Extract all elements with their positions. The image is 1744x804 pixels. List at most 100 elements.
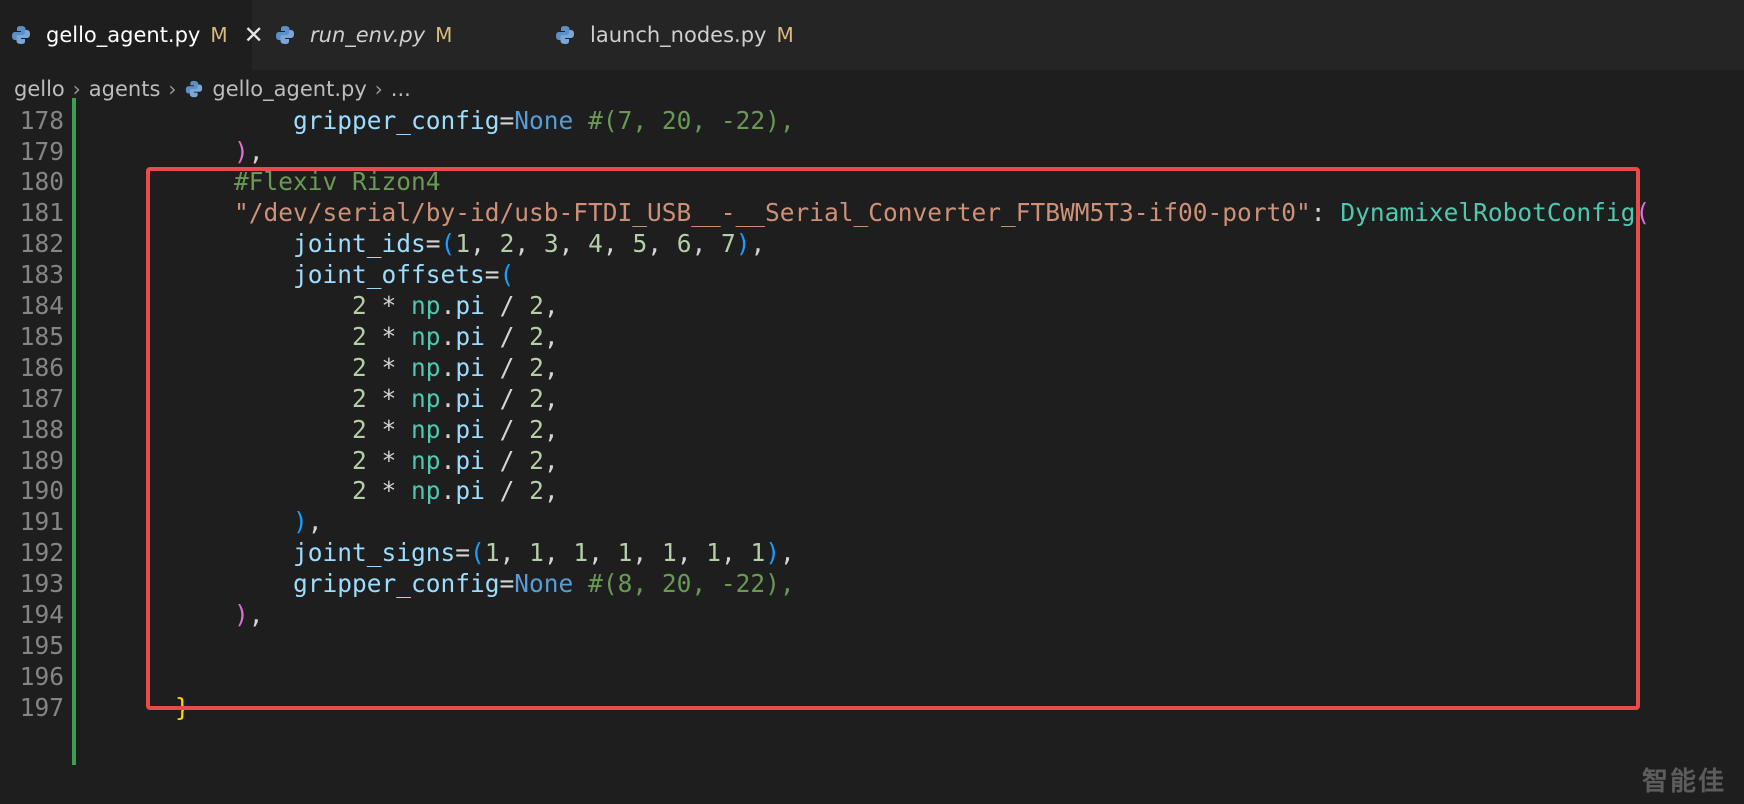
tab-run-env[interactable]: run_env.py M <box>270 0 482 70</box>
code-line[interactable]: 185 2 * np.pi / 2, <box>0 319 1744 353</box>
line-number: 193 <box>19 569 64 599</box>
code-line[interactable]: 182 joint_ids=(1, 2, 3, 4, 5, 6, 7), <box>0 227 1744 261</box>
code-text: 2 * np.pi / 2, <box>116 476 559 505</box>
code-token: pi <box>455 445 485 475</box>
code-token: ( <box>470 538 485 568</box>
code-token: ( <box>1635 198 1651 228</box>
code-line[interactable]: 196 <box>0 659 1744 693</box>
code-token: , <box>543 383 559 413</box>
code-token: , <box>750 229 766 259</box>
code-text: 2 * np.pi / 2, <box>116 353 559 382</box>
line-number: 182 <box>19 229 64 259</box>
code-line[interactable]: 178 gripper_config=None #(7, 20, -22), <box>0 103 1744 137</box>
code-line[interactable]: 197 } <box>0 690 1744 724</box>
code-token: gripper_config <box>293 569 500 599</box>
code-text: gripper_config=None #(8, 20, -22), <box>116 569 795 598</box>
code-line[interactable]: 179 ), <box>0 134 1744 168</box>
code-line[interactable]: 194 ), <box>0 597 1744 631</box>
python-icon <box>554 24 576 46</box>
code-token: * <box>366 352 412 382</box>
code-token: = <box>499 569 515 599</box>
code-token: , <box>691 229 721 259</box>
code-token: / <box>484 383 530 413</box>
line-number: 190 <box>19 476 64 506</box>
code-token: * <box>366 291 412 321</box>
modified-badge: M <box>435 23 453 47</box>
code-token: , <box>558 229 589 259</box>
code-line[interactable]: 187 2 * np.pi / 2, <box>0 381 1744 415</box>
code-text: ), <box>116 137 264 166</box>
code-token: #(8, 20, -22), <box>588 569 795 599</box>
code-token: 2 <box>529 414 544 444</box>
line-number: 195 <box>19 630 64 660</box>
code-line[interactable]: 184 2 * np.pi / 2, <box>0 288 1744 322</box>
line-number: 179 <box>19 136 64 166</box>
code-line[interactable]: 188 2 * np.pi / 2, <box>0 412 1744 446</box>
line-number: 181 <box>19 198 64 228</box>
code-token: 2 <box>352 445 367 475</box>
code-line[interactable]: 189 2 * np.pi / 2, <box>0 443 1744 477</box>
close-icon[interactable]: ✕ <box>244 23 264 47</box>
code-token: ) <box>234 600 249 630</box>
code-line[interactable]: 186 2 * np.pi / 2, <box>0 350 1744 384</box>
code-token: 3 <box>543 229 559 259</box>
code-token: 1 <box>661 538 677 568</box>
code-token: 7 <box>721 229 736 259</box>
code-line[interactable]: 191 ), <box>0 505 1744 539</box>
code-token: 1 <box>455 229 471 259</box>
code-editor[interactable]: 178 gripper_config=None #(7, 20, -22), 17… <box>0 98 1744 804</box>
code-token: np <box>411 476 441 506</box>
code-line[interactable]: 180 #Flexiv Rizon4 <box>0 165 1744 199</box>
code-token: , <box>676 538 707 568</box>
code-line[interactable]: 193 gripper_config=None #(8, 20, -22), <box>0 567 1744 601</box>
code-token: . <box>440 414 456 444</box>
code-token: / <box>484 291 530 321</box>
tab-launch-nodes[interactable]: launch_nodes.py M <box>552 0 812 70</box>
code-token: 2 <box>352 291 367 321</box>
code-token: , <box>543 445 559 475</box>
code-token: , <box>543 476 559 506</box>
tab-label: run_env.py <box>310 23 426 47</box>
code-token: , <box>514 229 544 259</box>
code-token: = <box>499 105 515 135</box>
tab-label: launch_nodes.py <box>590 23 767 47</box>
modified-badge: M <box>210 23 228 47</box>
code-token: = <box>425 229 441 259</box>
code-token: 1 <box>484 538 500 568</box>
code-text: } <box>116 693 190 722</box>
code-token: } <box>175 692 190 722</box>
code-token: 2 <box>529 291 544 321</box>
code-token: , <box>543 291 559 321</box>
code-line[interactable]: 181 "/dev/serial/by-id/usb-FTDI_USB__-__… <box>0 196 1744 230</box>
code-token: 2 <box>352 383 367 413</box>
code-line[interactable]: 192 joint_signs=(1, 1, 1, 1, 1, 1, 1), <box>0 536 1744 570</box>
code-token: 2 <box>529 445 544 475</box>
code-token: None <box>514 105 574 135</box>
line-number: 189 <box>19 445 64 475</box>
code-token: . <box>440 352 456 382</box>
code-line[interactable]: 195 <box>0 628 1744 662</box>
code-token: , <box>588 538 618 568</box>
code-text: 2 * np.pi / 2, <box>116 415 559 444</box>
tab-gello-agent[interactable]: gello_agent.py M ✕ <box>0 0 264 70</box>
code-token: DynamixelRobotConfig <box>1340 198 1636 228</box>
code-line[interactable]: 183 joint_offsets=( <box>0 258 1744 292</box>
code-token: , <box>543 414 559 444</box>
code-token: 2 <box>529 476 544 506</box>
code-token: None <box>514 569 574 599</box>
code-line[interactable]: 190 2 * np.pi / 2, <box>0 474 1744 508</box>
code-token: 2 <box>352 352 367 382</box>
line-number: 180 <box>19 167 64 197</box>
line-number: 187 <box>19 383 64 413</box>
